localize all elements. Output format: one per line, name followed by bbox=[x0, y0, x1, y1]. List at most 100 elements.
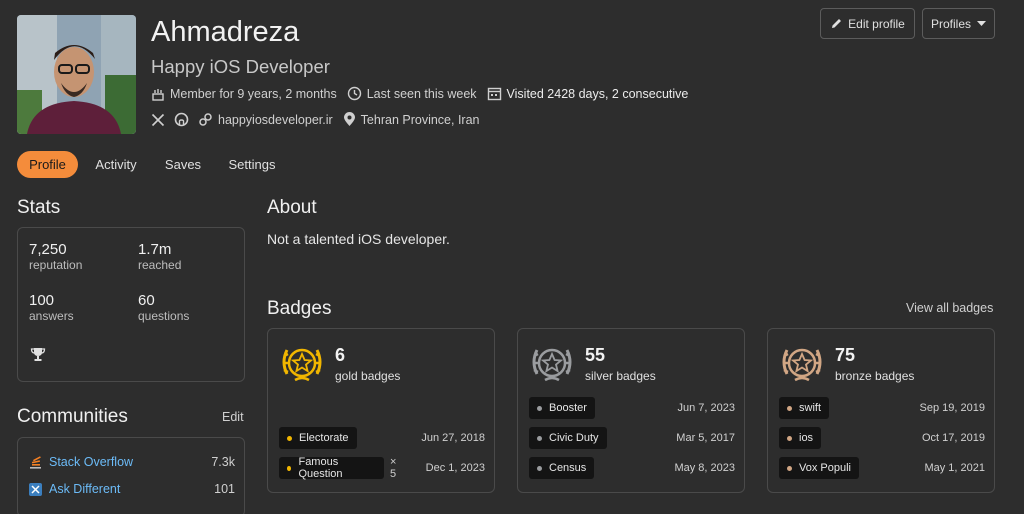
badge-count: 75 bbox=[835, 345, 856, 365]
badge-name: Civic Duty bbox=[549, 432, 599, 444]
badge-date: Oct 17, 2019 bbox=[922, 432, 985, 444]
badge-card: 75 bronze badges swift Sep 19, 2019 ios Oct 1… bbox=[767, 328, 995, 493]
reached-label: reached bbox=[138, 258, 182, 272]
about-text: Not a talented iOS developer. bbox=[267, 231, 450, 247]
community-item[interactable]: Stack Overflow 7.3k bbox=[29, 455, 235, 469]
badge-date: Jun 27, 2018 bbox=[421, 432, 485, 444]
badge-date: Mar 5, 2017 bbox=[676, 432, 735, 444]
badge-row: Famous Question × 5 Dec 1, 2023 bbox=[279, 456, 485, 480]
badge-type-label: bronze badges bbox=[835, 369, 915, 383]
github-icon[interactable] bbox=[174, 112, 189, 127]
tab-settings[interactable]: Settings bbox=[220, 151, 284, 178]
badge-pill[interactable]: Famous Question bbox=[279, 456, 384, 480]
badge-date: Jun 7, 2023 bbox=[677, 402, 736, 414]
caret-down-icon bbox=[977, 20, 986, 26]
website-link[interactable]: happyiosdeveloper.ir bbox=[218, 113, 333, 127]
tab-profile[interactable]: Profile bbox=[17, 151, 78, 178]
badge-date: Sep 19, 2019 bbox=[919, 402, 985, 414]
reputation-label: reputation bbox=[29, 258, 83, 272]
stack-overflow-icon bbox=[30, 456, 41, 469]
badge-pill[interactable]: Census bbox=[529, 457, 595, 479]
badge-pill[interactable]: Vox Populi bbox=[779, 457, 859, 479]
answers-value: 100 bbox=[29, 292, 55, 309]
calendar-icon bbox=[487, 87, 501, 101]
community-name[interactable]: Stack Overflow bbox=[49, 455, 133, 469]
answers-label: answers bbox=[29, 309, 74, 323]
badge-row: Electorate Jun 27, 2018 bbox=[279, 427, 485, 449]
badge-pill[interactable]: swift bbox=[779, 397, 829, 419]
communities-edit-link[interactable]: Edit bbox=[222, 410, 244, 424]
visited-text: Visited 2428 days, 2 consecutive bbox=[506, 86, 689, 101]
badge-date: Dec 1, 2023 bbox=[425, 462, 485, 474]
badge-dot bbox=[287, 465, 292, 471]
badge-name: swift bbox=[799, 402, 821, 414]
questions-value: 60 bbox=[138, 292, 155, 309]
badge-dot bbox=[537, 465, 542, 471]
link-icon bbox=[199, 113, 212, 126]
badge-medal-icon bbox=[532, 348, 572, 382]
edit-profile-button[interactable]: Edit profile bbox=[820, 8, 915, 39]
profile-tagline: Happy iOS Developer bbox=[151, 56, 330, 77]
badge-row: Census May 8, 2023 bbox=[529, 457, 735, 479]
pencil-icon bbox=[832, 19, 842, 28]
stats-card: 7,250 reputation 1.7m reached 100 answers 6… bbox=[17, 227, 245, 382]
questions-label: questions bbox=[138, 309, 190, 323]
badge-type-label: silver badges bbox=[585, 369, 656, 383]
badge-dot bbox=[787, 435, 792, 441]
reached-value: 1.7m bbox=[138, 241, 172, 258]
community-name[interactable]: Ask Different bbox=[49, 482, 120, 496]
profile-name: Ahmadreza bbox=[151, 16, 300, 48]
badge-name: Booster bbox=[549, 402, 587, 414]
badge-name: Census bbox=[549, 462, 587, 474]
badge-count: 6 bbox=[335, 345, 346, 365]
avatar bbox=[17, 15, 136, 134]
badge-row: swift Sep 19, 2019 bbox=[779, 397, 985, 419]
about-heading: About bbox=[267, 197, 317, 218]
badge-name: Famous Question bbox=[298, 456, 343, 480]
profile-links-row: happyiosdeveloper.ir Tehran Province, Ir… bbox=[151, 112, 479, 127]
badge-medal-icon bbox=[782, 348, 822, 382]
ask-different-icon bbox=[29, 482, 42, 496]
badge-row: Civic Duty Mar 5, 2017 bbox=[529, 427, 735, 449]
badge-date: May 8, 2023 bbox=[674, 462, 735, 474]
badge-multiplier: × 5 bbox=[389, 456, 397, 480]
badge-dot bbox=[287, 435, 292, 441]
community-item[interactable]: Ask Different 101 bbox=[29, 482, 235, 496]
badge-type-label: gold badges bbox=[335, 369, 401, 383]
location-pin-icon bbox=[343, 112, 355, 126]
tab-saves[interactable]: Saves bbox=[156, 151, 210, 178]
trophy-icon bbox=[30, 348, 46, 361]
location-text: Tehran Province, Iran bbox=[360, 112, 480, 127]
badge-name: Vox Populi bbox=[799, 462, 851, 474]
badges-heading: Badges bbox=[267, 298, 332, 319]
badge-card: 6 gold badges Electorate Jun 27, 2018 Famous… bbox=[267, 328, 495, 493]
last-seen-text: Last seen this week bbox=[366, 86, 477, 101]
stats-heading: Stats bbox=[17, 197, 61, 218]
profile-meta-row: Member for 9 years, 2 months Last seen t… bbox=[151, 86, 688, 101]
badge-pill[interactable]: Electorate bbox=[279, 427, 357, 449]
communities-card: Stack Overflow 7.3k Ask Different 101 bbox=[17, 437, 245, 514]
tab-activity[interactable]: Activity bbox=[86, 151, 146, 178]
badge-pill[interactable]: Booster bbox=[529, 397, 595, 419]
view-all-badges-link[interactable]: View all badges bbox=[906, 301, 993, 315]
badge-date: May 1, 2021 bbox=[924, 462, 985, 474]
badge-pill[interactable]: Civic Duty bbox=[529, 427, 607, 449]
badge-row: Vox Populi May 1, 2021 bbox=[779, 457, 985, 479]
badge-count: 55 bbox=[585, 345, 606, 365]
community-rep: 7.3k bbox=[211, 455, 235, 469]
badge-pill[interactable]: ios bbox=[779, 427, 822, 449]
x-twitter-icon[interactable] bbox=[151, 113, 165, 127]
badge-dot bbox=[537, 435, 542, 441]
badge-dot bbox=[537, 405, 542, 411]
badge-row: ios Oct 17, 2019 bbox=[779, 427, 985, 449]
community-rep: 101 bbox=[214, 482, 235, 496]
badge-dot bbox=[787, 405, 792, 411]
cake-icon bbox=[152, 88, 164, 101]
profiles-dropdown-button[interactable]: Profiles bbox=[922, 8, 995, 39]
badge-dot bbox=[787, 465, 792, 471]
badge-card: 55 silver badges Booster Jun 7, 2023 Civic D… bbox=[517, 328, 745, 493]
clock-icon bbox=[347, 86, 361, 101]
member-for-text: Member for 9 years, 2 months bbox=[170, 86, 337, 101]
communities-heading: Communities bbox=[17, 406, 128, 427]
reputation-value: 7,250 bbox=[29, 241, 67, 258]
